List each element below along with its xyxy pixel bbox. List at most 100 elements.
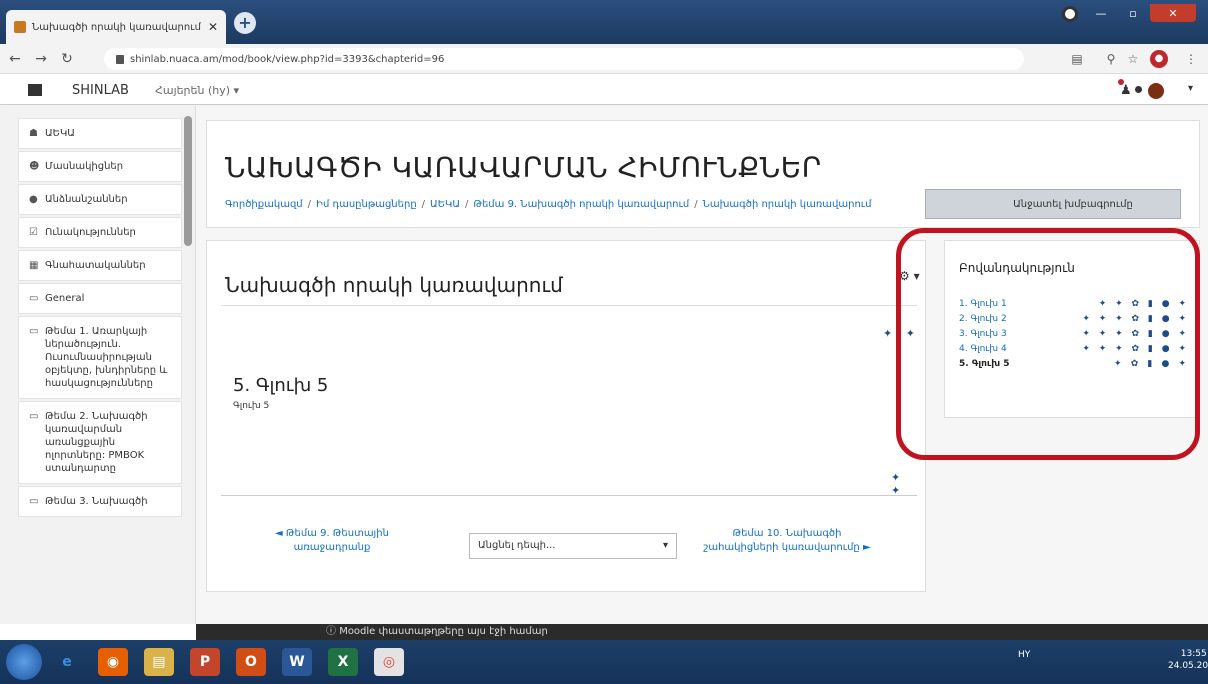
address-url[interactable]: shinlab.nuaca.am/mod/book/view.php?id=33… bbox=[130, 54, 444, 65]
divider bbox=[221, 305, 917, 306]
tray-language[interactable]: HY bbox=[1018, 650, 1030, 660]
language-menu[interactable]: Հայերեն (hy) ▾ bbox=[155, 84, 239, 97]
drawer-item-label: Ունակություններ bbox=[45, 227, 136, 238]
drawer-item[interactable]: ▦ Գնահատականներ bbox=[18, 250, 182, 281]
book-content: Նախագծի որակի կառավարում ⚙ ▾ ✦ ✦ 5. Գլու… bbox=[206, 240, 926, 592]
site-favicon-icon bbox=[14, 21, 26, 33]
browser-tab[interactable]: Նախագծի որակի կառավարում ✕ bbox=[6, 10, 226, 44]
breadcrumb-link[interactable]: ԱԵԿԱ bbox=[430, 199, 460, 210]
notifications-icon[interactable]: ♟ bbox=[1120, 83, 1132, 98]
folder-icon: ▭ bbox=[29, 293, 39, 304]
outlook-icon[interactable]: O bbox=[236, 648, 266, 676]
breadcrumb: Գործիքակազմ / Իմ դասընթացները / ԱԵԿԱ / Թեմա 9.… bbox=[225, 199, 871, 210]
site-navbar: SHINLAB Հայերեն (hy) ▾ ♟ ▾ bbox=[0, 75, 1208, 105]
highlight-annotation bbox=[896, 228, 1200, 460]
page-header: ՆԱԽԱԳԾԻ ԿԱՌԱՎԱՐՄԱՆ ՀԻՄՈՒՆՔՆԵՐ Գործիքակազ… bbox=[206, 120, 1200, 228]
extension-icon[interactable]: ● bbox=[1148, 48, 1170, 70]
breadcrumb-separator: / bbox=[465, 199, 469, 210]
graduation-cap-icon: ☗ bbox=[29, 128, 38, 139]
window-maximize-button[interactable]: ▫ bbox=[1118, 4, 1148, 22]
reload-icon[interactable]: ↻ bbox=[56, 48, 78, 70]
breadcrumb-separator: / bbox=[694, 199, 698, 210]
address-bar[interactable]: shinlab.nuaca.am/mod/book/view.php?id=33… bbox=[104, 48, 1024, 70]
book-title: Նախագծի որակի կառավարում bbox=[225, 273, 563, 297]
site-brand[interactable]: SHINLAB bbox=[72, 83, 129, 98]
drawer-item-label: Մասնակիցներ bbox=[45, 161, 124, 172]
drawer-scrollbar[interactable] bbox=[184, 116, 192, 246]
back-icon[interactable]: ← bbox=[4, 48, 26, 70]
excel-icon[interactable]: X bbox=[328, 648, 358, 676]
new-tab-button[interactable]: + bbox=[234, 12, 256, 34]
drawer-item[interactable]: ☗ ԱԵԿԱ bbox=[18, 118, 182, 149]
chapter-nav-arrows-bottom[interactable]: ✦ ✦ bbox=[891, 471, 925, 497]
drawer-item[interactable]: ☑ Ունակություններ bbox=[18, 217, 182, 248]
folder-icon: ▭ bbox=[29, 326, 39, 337]
chrome-menu-icon[interactable]: ⋮ bbox=[1180, 48, 1202, 70]
tab-close-icon[interactable]: ✕ bbox=[208, 20, 218, 34]
next-activity-link[interactable]: Թեմա 10. Նախագծի շահակիցների կառավարումը… bbox=[697, 527, 877, 555]
table-icon: ▦ bbox=[29, 260, 39, 271]
word-icon[interactable]: W bbox=[282, 648, 312, 676]
translate-icon[interactable]: ▤ bbox=[1066, 48, 1088, 70]
clock-date: 24.05.2021 bbox=[1168, 661, 1208, 671]
drawer-item-label: ԱԵԿԱ bbox=[45, 128, 75, 139]
breadcrumb-link[interactable]: Իմ դասընթացները bbox=[316, 199, 417, 210]
breadcrumb-link[interactable]: Նախագծի որակի կառավարում bbox=[703, 199, 872, 210]
tab-title: Նախագծի որակի կառավարում bbox=[32, 21, 201, 33]
folder-icon: ▭ bbox=[29, 411, 39, 422]
drawer-item-label: Անձնանշաններ bbox=[45, 194, 128, 205]
powerpoint-icon[interactable]: P bbox=[190, 648, 220, 676]
edit-mode-button[interactable]: Անջատել խմբագրումը bbox=[925, 189, 1181, 219]
drawer-item[interactable]: ● Անձնանշաններ bbox=[18, 184, 182, 215]
chrome-profile-icon[interactable] bbox=[1062, 6, 1078, 22]
drawer-item-label: General bbox=[45, 293, 85, 304]
users-icon: ☻ bbox=[29, 161, 40, 172]
page-title: ՆԱԽԱԳԾԻ ԿԱՌԱՎԱՐՄԱՆ ՀԻՄՈՒՆՔՆԵՐ bbox=[225, 151, 822, 184]
info-icon: ⓘ bbox=[326, 626, 340, 637]
drawer-item-label: Գնահատականներ bbox=[45, 260, 146, 271]
drawer-item-label: Թեմա 1. Առարկայի ներածություն. Ուսումնաս… bbox=[45, 326, 168, 389]
drawer-item[interactable]: ▭ Թեմա 3. Նախագծի bbox=[18, 486, 182, 517]
drawer-item-label: Թեմա 2. Նախագծի կառավարման առանցքային ոլ… bbox=[45, 411, 148, 474]
previous-activity-link[interactable]: ◄ Թեմա 9. Թեստային առաջադրանք bbox=[267, 527, 397, 555]
select-arrow-icon: ▾ bbox=[662, 540, 668, 551]
window-close-button[interactable]: ✕ bbox=[1150, 4, 1196, 22]
file-explorer-icon[interactable]: ▤ bbox=[144, 648, 174, 676]
forward-icon[interactable]: → bbox=[30, 48, 52, 70]
drawer-item[interactable]: ☻ Մասնակիցներ bbox=[18, 151, 182, 182]
divider bbox=[221, 495, 917, 496]
breadcrumb-separator: / bbox=[421, 199, 426, 210]
os-taskbar: e ◉ ▤ P O W X ◎ HY 13:55 24.05.2021 bbox=[0, 640, 1208, 684]
drawer-item-label: Թեմա 3. Նախագծի bbox=[45, 496, 148, 507]
drawer-item[interactable]: ▭ Թեմա 1. Առարկայի ներածություն. Ուսումնա… bbox=[18, 316, 182, 399]
user-menu-caret-icon[interactable]: ▾ bbox=[1188, 83, 1193, 94]
window-minimize-button[interactable]: — bbox=[1086, 4, 1116, 22]
bookmark-star-icon[interactable]: ☆ bbox=[1122, 48, 1144, 70]
clock-time: 13:55 bbox=[1180, 649, 1207, 659]
ie-icon[interactable]: e bbox=[52, 648, 82, 676]
breadcrumb-link[interactable]: Թեմա 9. Նախագծի որակի կառավարում bbox=[473, 199, 689, 210]
start-button-icon[interactable] bbox=[6, 644, 42, 680]
drawer-item[interactable]: ▭ General bbox=[18, 283, 182, 314]
breadcrumb-separator: / bbox=[307, 199, 312, 210]
nav-drawer: ☗ ԱԵԿԱ ☻ Մասնակիցներ ● Անձնանշաններ ☑ Ունակությ… bbox=[0, 106, 196, 624]
chrome-icon[interactable]: ◎ bbox=[374, 648, 404, 676]
jump-to-select[interactable]: Անցնել դեպի... ▾ bbox=[469, 533, 677, 559]
drawer-item[interactable]: ▭ Թեմա 2. Նախագծի կառավարման առանցքային ո… bbox=[18, 401, 182, 484]
folder-icon: ▭ bbox=[29, 496, 39, 507]
system-clock[interactable]: 13:55 24.05.2021 bbox=[1168, 648, 1208, 672]
firefox-icon[interactable]: ◉ bbox=[98, 648, 128, 676]
jump-to-placeholder: Անցնել դեպի... bbox=[478, 540, 556, 551]
user-avatar[interactable] bbox=[1148, 83, 1164, 99]
lock-icon bbox=[116, 54, 124, 64]
zoom-icon[interactable]: ⚲ bbox=[1100, 48, 1122, 70]
hamburger-menu-icon[interactable] bbox=[28, 84, 42, 96]
drawer-list: ☗ ԱԵԿԱ ☻ Մասնակիցներ ● Անձնանշաններ ☑ Ունակությ… bbox=[18, 118, 182, 519]
browser-titlebar: Նախագծի որակի կառավարում ✕ + — ▫ ✕ bbox=[0, 0, 1208, 44]
badge-icon: ● bbox=[29, 194, 38, 205]
breadcrumb-link[interactable]: Գործիքակազմ bbox=[225, 199, 303, 210]
browser-toolbar: ← → ↻ shinlab.nuaca.am/mod/book/view.php… bbox=[0, 44, 1208, 74]
moodle-docs-link[interactable]: Moodle փաստաթղթերը այս էջի համար bbox=[339, 626, 548, 637]
check-square-icon: ☑ bbox=[29, 227, 38, 238]
messages-icon[interactable] bbox=[1135, 86, 1142, 93]
